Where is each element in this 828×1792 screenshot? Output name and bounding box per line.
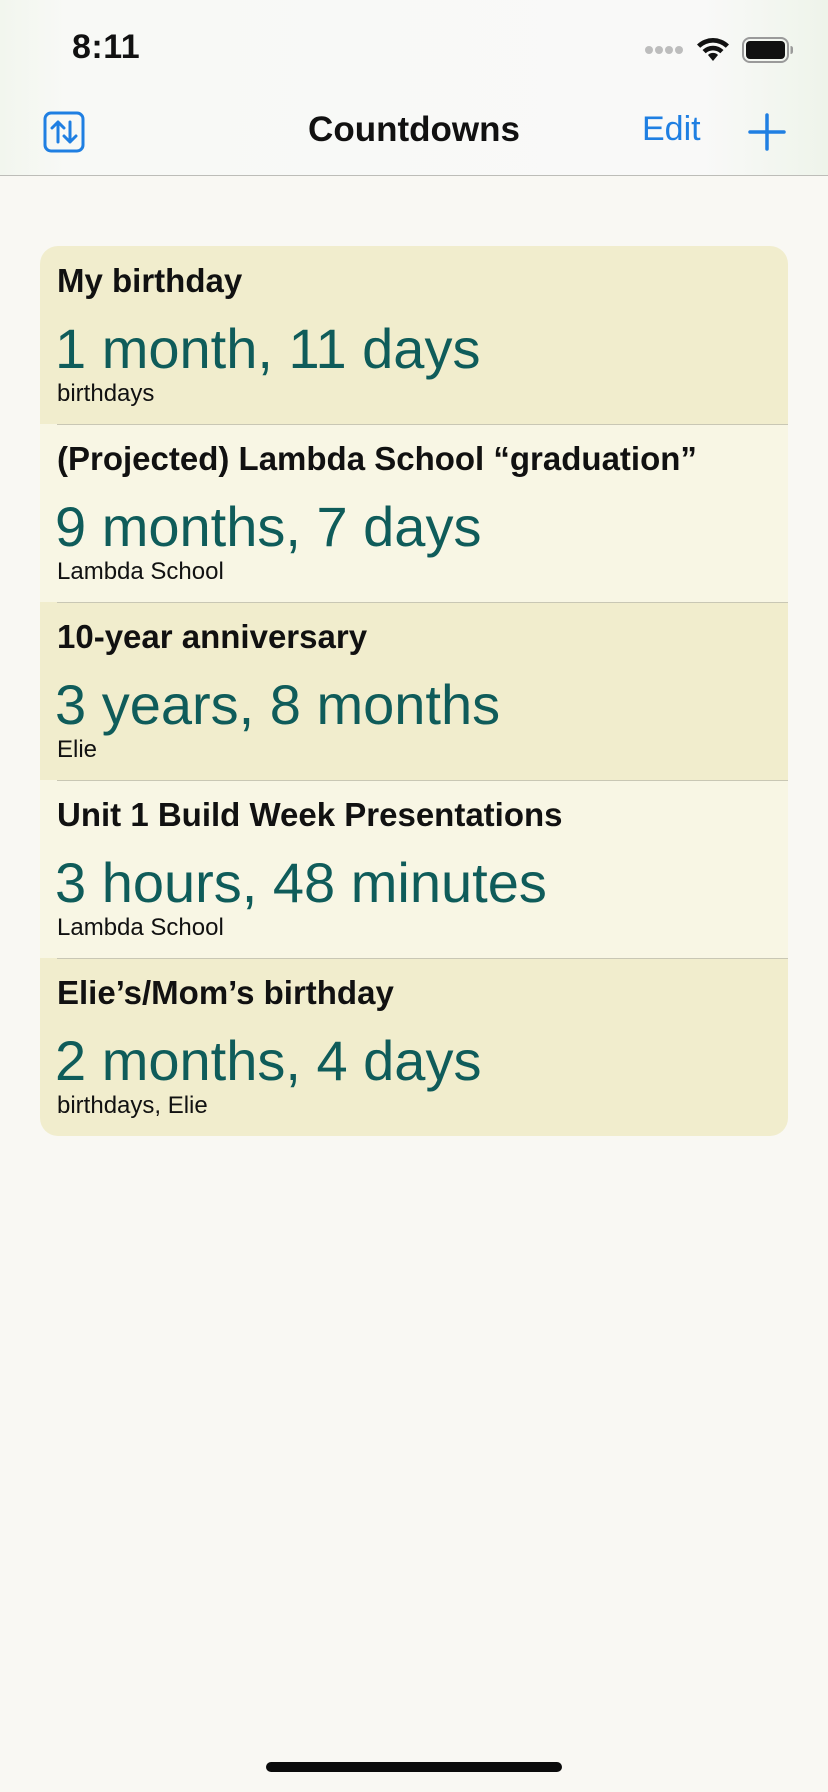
plus-icon[interactable] [748, 113, 786, 151]
countdown-tags: Lambda School [57, 914, 224, 941]
countdown-title: Unit 1 Build Week Presentations [57, 796, 563, 833]
page-title: Countdowns [308, 110, 520, 149]
countdown-row[interactable]: My birthday 1 month, 11 days birthdays [40, 246, 788, 424]
countdown-row[interactable]: (Projected) Lambda School “graduation” 9… [40, 424, 788, 602]
wifi-icon [697, 38, 729, 61]
countdown-title: Elie’s/Mom’s birthday [57, 974, 394, 1011]
countdown-tags: Elie [57, 736, 98, 763]
countdown-tags: birthdays, Elie [57, 1092, 208, 1119]
home-indicator[interactable] [266, 1762, 562, 1772]
status-time: 8:11 [72, 28, 141, 66]
countdown-remaining: 9 months, 7 days [55, 495, 482, 558]
countdown-title: 10-year anniversary [57, 618, 368, 655]
countdown-remaining: 1 month, 11 days [55, 317, 481, 380]
battery-icon [742, 37, 793, 63]
navigation-header: 8:11 Countdowns Edit [0, 0, 828, 176]
countdown-tags: birthdays [57, 380, 155, 407]
countdown-row[interactable]: 10-year anniversary 3 years, 8 months El… [40, 602, 788, 780]
sort-arrows-icon[interactable] [43, 111, 85, 153]
countdown-list: My birthday 1 month, 11 days birthdays (… [40, 246, 788, 1136]
countdown-row[interactable]: Unit 1 Build Week Presentations 3 hours,… [40, 780, 788, 958]
cellular-signal-icon [645, 46, 683, 54]
countdown-tags: Lambda School [57, 558, 224, 585]
countdown-remaining: 3 years, 8 months [55, 673, 501, 736]
countdown-remaining: 2 months, 4 days [55, 1029, 482, 1092]
countdown-title: My birthday [57, 262, 243, 299]
countdown-row[interactable]: Elie’s/Mom’s birthday 2 months, 4 days b… [40, 958, 788, 1136]
status-icons [644, 34, 794, 66]
countdown-remaining: 3 hours, 48 minutes [55, 851, 547, 914]
countdown-title: (Projected) Lambda School “graduation” [57, 440, 697, 477]
edit-button[interactable]: Edit [642, 110, 701, 149]
